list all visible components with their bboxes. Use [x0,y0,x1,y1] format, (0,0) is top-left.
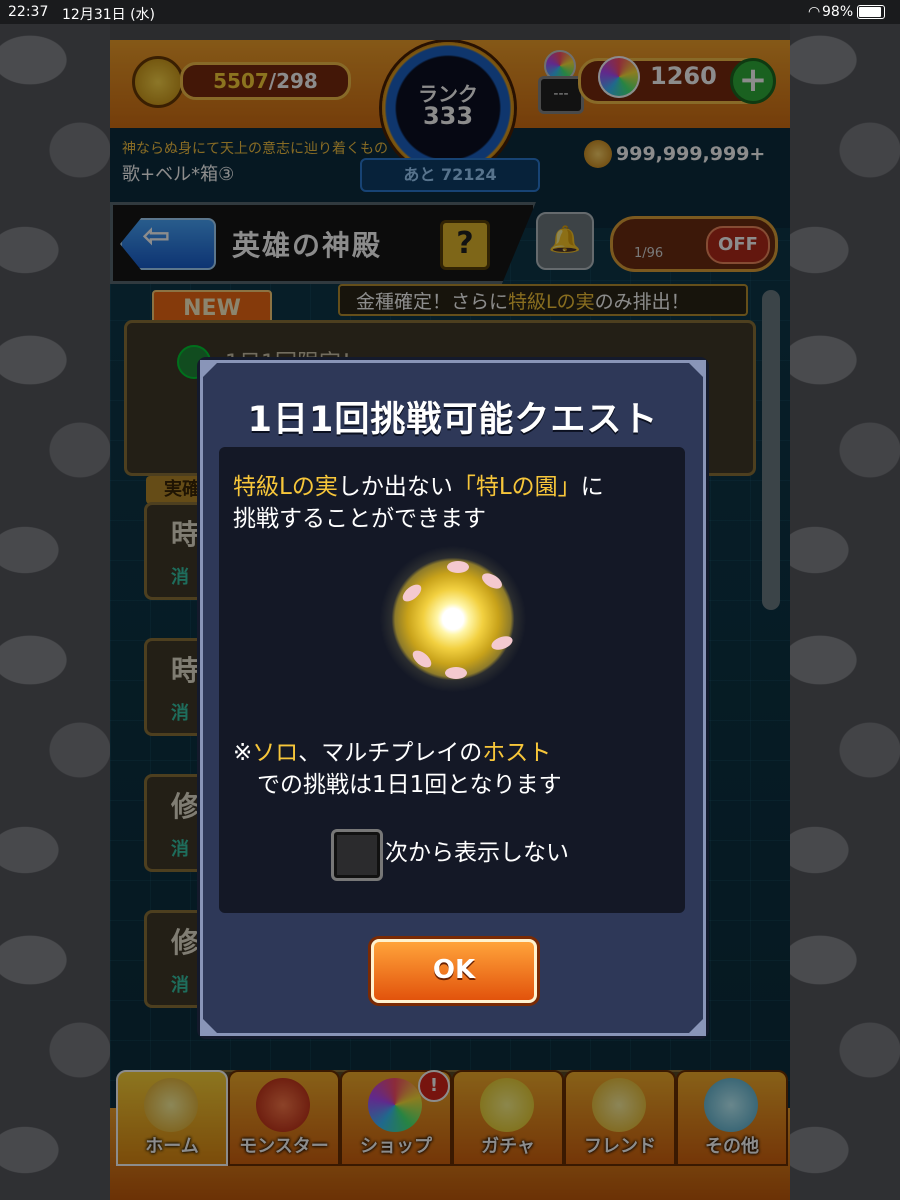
note-solo: ソロ [252,740,299,766]
dont-show-again-label[interactable]: 次から表示しない [385,833,569,867]
right-stone-wall [790,0,900,1200]
status-time: 22:37 [8,4,49,20]
battery-percent: 98% [822,4,854,20]
status-bar: 22:37 12月31日 (水) ◠ 98% [0,0,900,24]
left-stone-wall [0,0,110,1200]
note-multi: 、マルチプレイの [298,740,483,766]
dialog-note-1: ※ソロ、マルチプレイのホスト [233,733,551,767]
fruit-name: 特級Lの実 [233,474,338,500]
quest-name: 「特Lの園」 [452,474,581,500]
daily-quest-dialog: 1日1回挑戦可能クエスト 特級Lの実しか出ない「特Lの園」に 挑戦することができ… [200,360,706,1036]
ok-button[interactable]: OK [371,939,537,1003]
status-date: 12月31日 (水) [62,7,156,23]
dialog-line-1-b: しか出ない [337,474,453,500]
dialog-note-2: での挑戦は1日1回となります [257,772,562,798]
dont-show-again-checkbox[interactable] [331,829,383,881]
note-host: ホスト [482,740,552,766]
battery-icon [857,5,885,19]
wifi-icon: ◠ [808,4,821,20]
note-mark: ※ [233,740,253,766]
dialog-line-1-d: に [580,474,604,500]
dialog-line-1: 特級Lの実しか出ない「特Lの園」に [233,467,604,501]
special-fruit-icon [391,557,515,681]
dialog-title: 1日1回挑戦可能クエスト [247,400,659,440]
dialog-line-2: 挑戦することができます [233,506,486,532]
